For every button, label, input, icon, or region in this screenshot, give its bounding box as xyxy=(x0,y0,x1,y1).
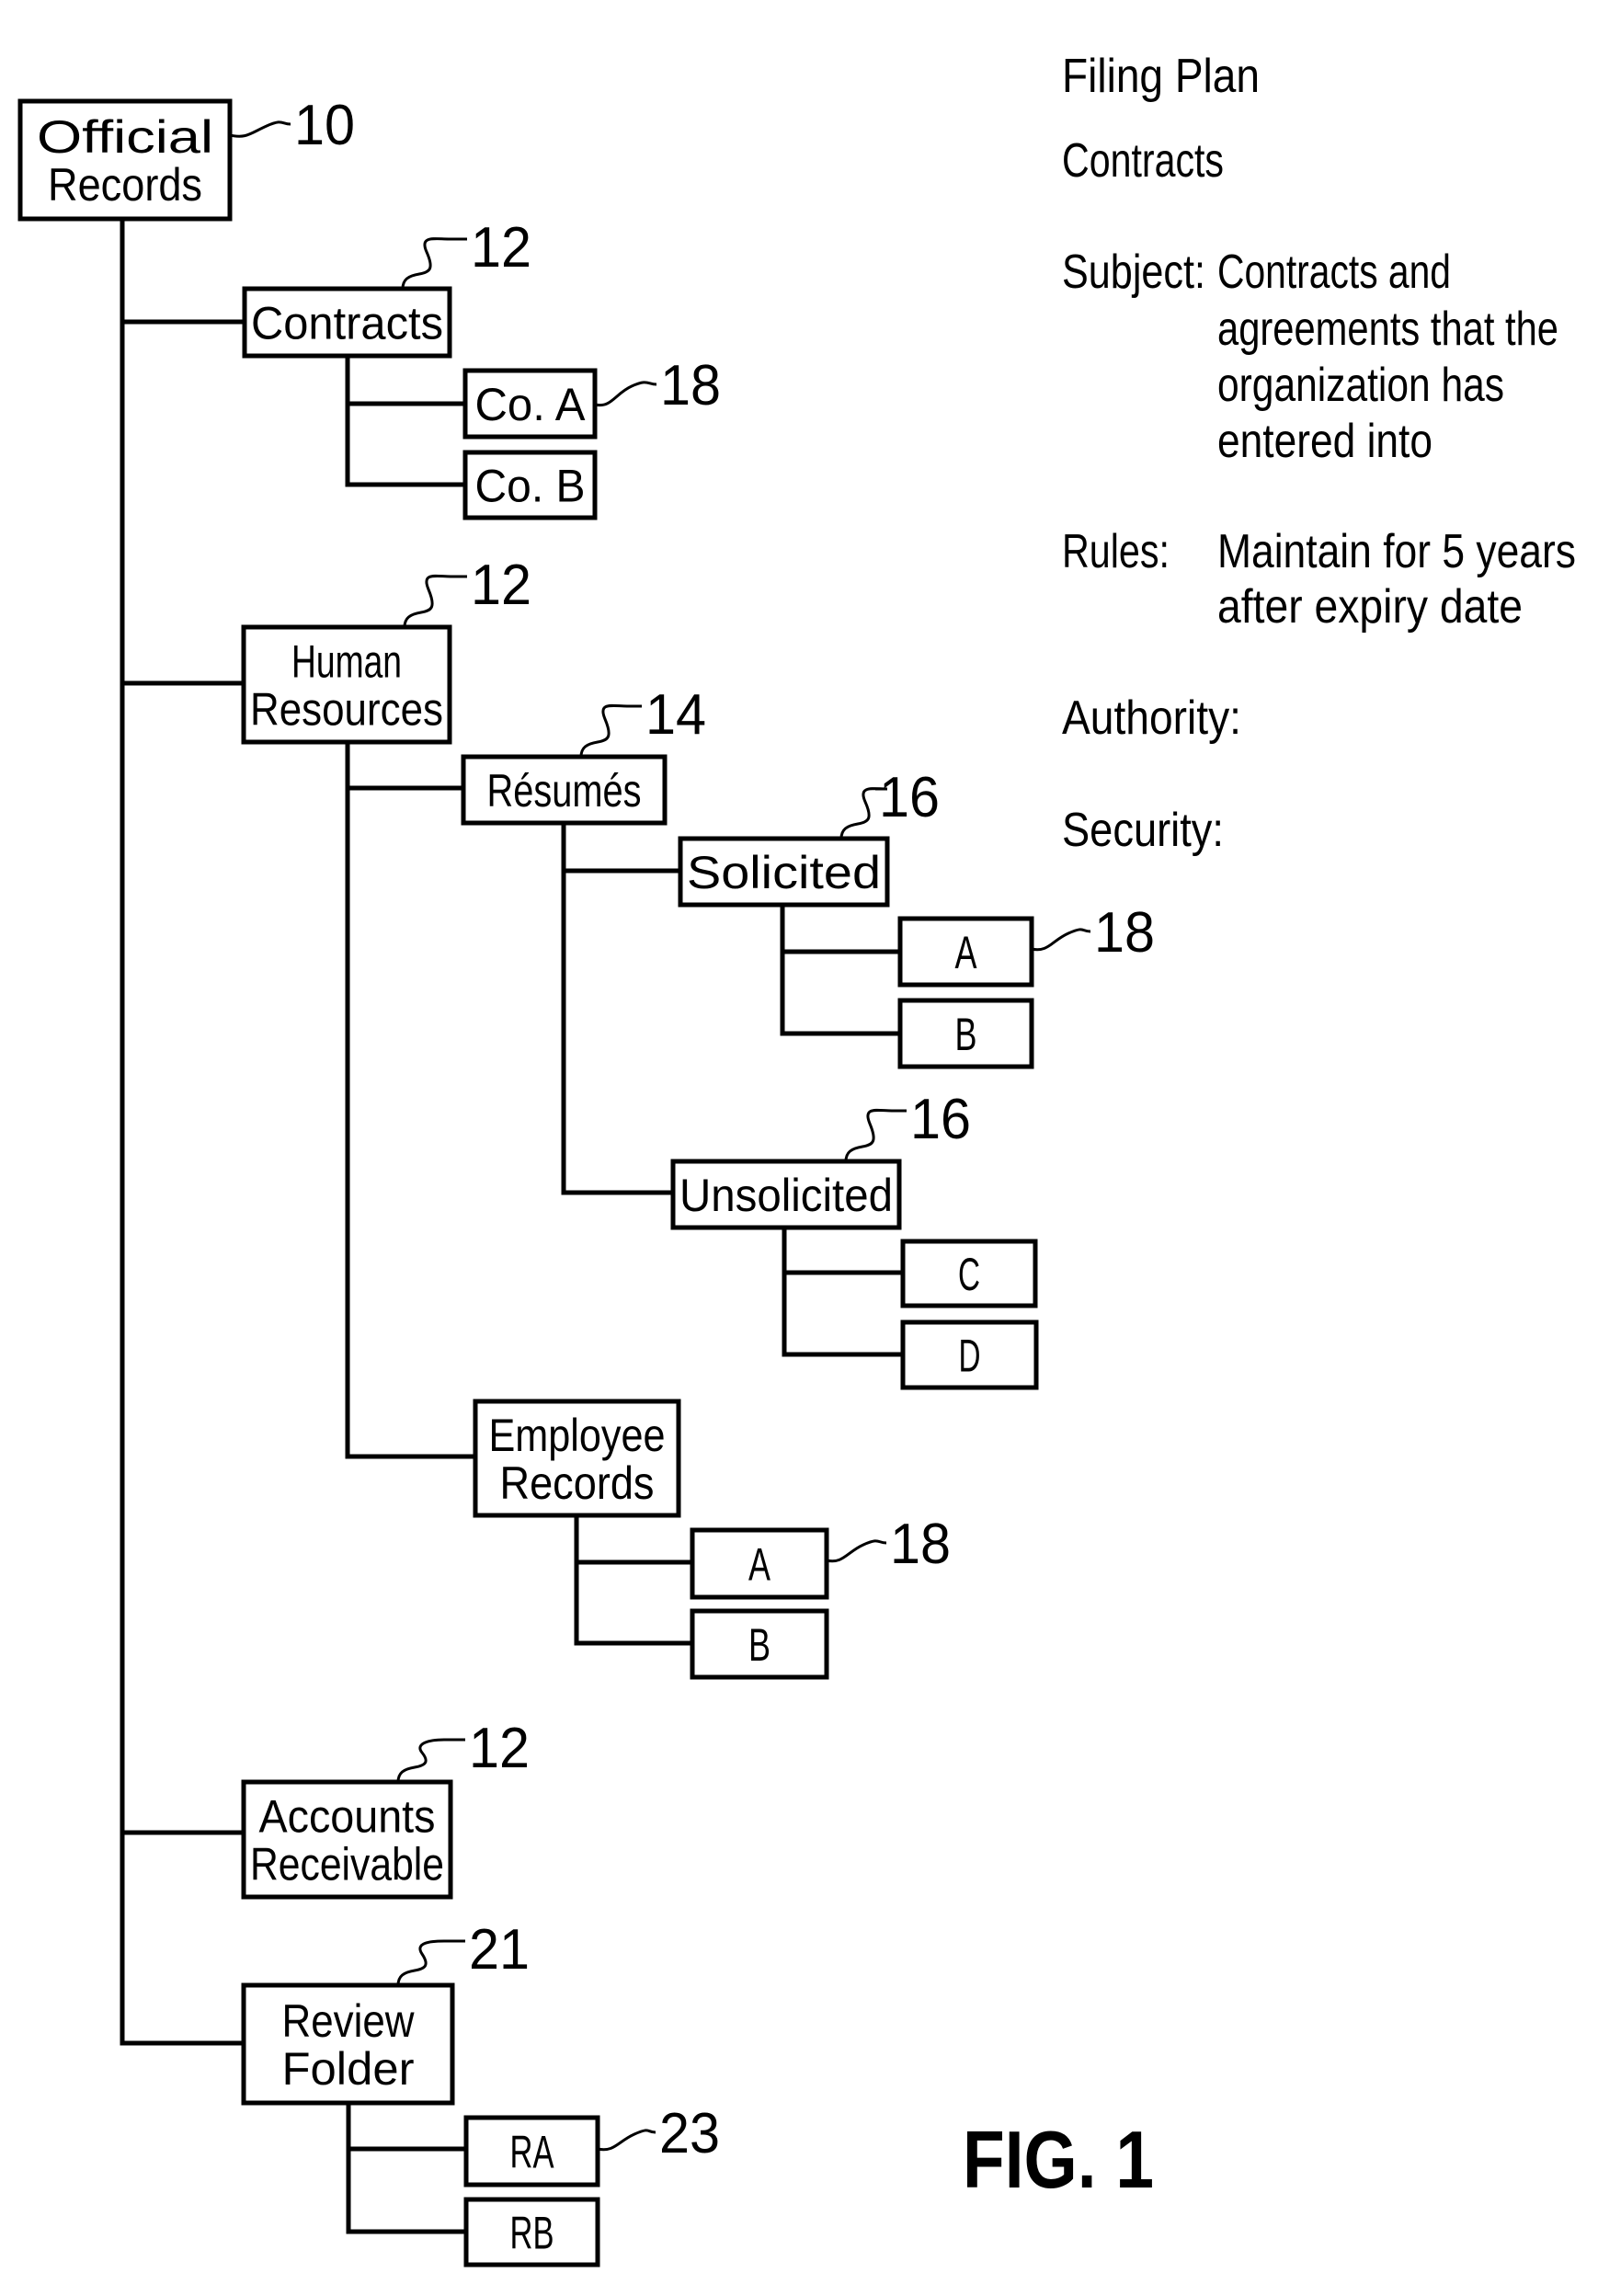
node-label: Employee xyxy=(489,1410,666,1461)
reference-leader xyxy=(597,2129,656,2152)
node-solicited-a[interactable]: A xyxy=(897,916,1034,988)
node-label: C xyxy=(958,1249,980,1300)
node-label: RB xyxy=(510,2208,554,2259)
reference-leader xyxy=(229,120,291,138)
node-label: Contracts xyxy=(251,298,443,349)
node-human-resources[interactable]: HumanResources xyxy=(241,624,452,745)
reference-leader xyxy=(396,1939,465,1986)
node-label: Resources xyxy=(250,684,443,736)
node-solicited[interactable]: Solicited xyxy=(678,836,890,908)
node-label: D xyxy=(959,1331,981,1382)
node-review-folder[interactable]: ReviewFolder xyxy=(241,1982,455,2106)
authority-label: Authority: xyxy=(1062,691,1241,745)
node-solicited-b[interactable]: B xyxy=(897,998,1034,1069)
reference-numeral: 16 xyxy=(879,766,940,829)
reference-numeral: 14 xyxy=(645,683,706,747)
node-label: Records xyxy=(500,1457,655,1509)
node-label: Co. A xyxy=(475,379,587,430)
figure-label: FIG. 1 xyxy=(963,2114,1154,2205)
node-label: B xyxy=(748,1619,770,1671)
node-review-rb[interactable]: RB xyxy=(463,2197,600,2267)
filing-plan-figure: OfficialRecordsContractsCo. ACo. BHumanR… xyxy=(17,50,1576,2267)
node-label: B xyxy=(955,1009,977,1060)
node-label: Accounts xyxy=(259,1791,436,1843)
subject-value-line: agreements that the xyxy=(1217,303,1558,356)
reference-leader xyxy=(844,1108,907,1162)
reference-leader xyxy=(594,381,657,407)
reference-leader xyxy=(396,1738,465,1783)
node-label: Unsolicited xyxy=(679,1170,893,1221)
node-label: RA xyxy=(510,2127,554,2178)
node-label: Human xyxy=(291,636,402,688)
node-review-ra[interactable]: RA xyxy=(463,2115,600,2187)
connector-line xyxy=(780,902,903,1036)
node-co-a[interactable]: Co. A xyxy=(462,368,598,440)
subject-value-line: entered into xyxy=(1217,415,1432,468)
reference-numeral: 23 xyxy=(659,2102,720,2165)
node-co-b[interactable]: Co. B xyxy=(462,450,598,520)
node-label: Official xyxy=(37,111,213,163)
connector-line xyxy=(346,2100,469,2234)
node-label: Review xyxy=(282,1995,416,2047)
connector-line xyxy=(345,353,468,487)
node-label: A xyxy=(955,927,977,978)
reference-numeral: 21 xyxy=(469,1918,530,1982)
node-employee-a[interactable]: A xyxy=(690,1527,829,1600)
connector-line xyxy=(574,1513,695,1646)
reference-numeral: 12 xyxy=(469,1717,530,1780)
node-root[interactable]: OfficialRecords xyxy=(17,98,233,222)
reference-numeral: 18 xyxy=(660,354,721,417)
connector-line xyxy=(345,739,478,1459)
security-label: Security: xyxy=(1062,804,1224,857)
node-resumes[interactable]: Résumés xyxy=(461,754,668,826)
reference-leader xyxy=(401,237,467,290)
reference-leader xyxy=(1031,928,1091,952)
rules-value-line: Maintain for 5 years xyxy=(1217,525,1576,578)
filing-plan-subtitle: Contracts xyxy=(1062,134,1224,188)
reference-numeral: 12 xyxy=(471,554,531,617)
node-employee-records[interactable]: EmployeeRecords xyxy=(473,1399,681,1518)
node-accounts-receivable[interactable]: AccountsReceivable xyxy=(241,1779,453,1900)
node-employee-b[interactable]: B xyxy=(690,1608,829,1680)
reference-leader xyxy=(826,1539,887,1563)
rules-value-line: after expiry date xyxy=(1217,580,1523,634)
filing-plan-panel: Filing Plan Contracts Subject: Contracts… xyxy=(1062,50,1576,857)
reference-numeral: 12 xyxy=(471,216,531,280)
reference-numeral: 10 xyxy=(294,94,355,157)
node-label: Receivable xyxy=(250,1839,444,1890)
node-unsolicited-d[interactable]: D xyxy=(900,1319,1039,1390)
reference-numeral: 18 xyxy=(1094,901,1155,965)
node-label: A xyxy=(748,1539,770,1591)
subject-label: Subject: xyxy=(1062,246,1205,299)
reference-leader xyxy=(579,703,642,758)
node-label: Records xyxy=(48,159,202,211)
connector-line xyxy=(782,1225,906,1357)
node-unsolicited[interactable]: Unsolicited xyxy=(670,1159,902,1230)
node-unsolicited-c[interactable]: C xyxy=(900,1239,1038,1308)
reference-leader xyxy=(403,574,467,628)
node-label: Folder xyxy=(282,2043,415,2095)
node-label: Résumés xyxy=(487,765,642,817)
node-contracts[interactable]: Contracts xyxy=(242,286,452,359)
node-label: Solicited xyxy=(687,847,881,898)
connector-line xyxy=(561,820,676,1195)
rules-label: Rules: xyxy=(1062,525,1170,578)
node-label: Co. B xyxy=(475,461,586,512)
subject-value-line: Contracts and xyxy=(1217,246,1451,299)
reference-numeral: 16 xyxy=(910,1088,971,1151)
reference-numeral: 18 xyxy=(890,1513,951,1576)
filing-plan-title: Filing Plan xyxy=(1062,50,1260,103)
subject-value-line: organization has xyxy=(1217,359,1504,412)
